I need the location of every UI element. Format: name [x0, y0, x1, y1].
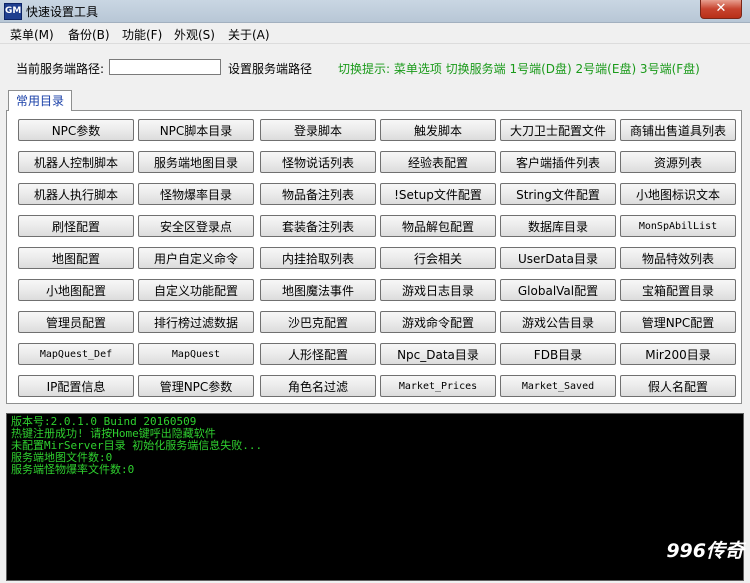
- shortcut-button[interactable]: !Setup文件配置: [380, 183, 496, 205]
- set-server-path-button[interactable]: 设置服务端路径: [228, 60, 312, 77]
- gm-app-icon: GM: [4, 3, 22, 20]
- shortcut-button[interactable]: 物品备注列表: [260, 183, 376, 205]
- server-path-input[interactable]: [109, 59, 221, 75]
- shortcut-button[interactable]: 用户自定义命令: [138, 247, 254, 269]
- shortcut-button[interactable]: 游戏命令配置: [380, 311, 496, 333]
- window-title: 快速设置工具: [26, 5, 99, 19]
- shortcut-button[interactable]: 角色名过滤: [260, 375, 376, 397]
- shortcut-button[interactable]: 沙巴克配置: [260, 311, 376, 333]
- shortcut-button[interactable]: Npc_Data目录: [380, 343, 496, 365]
- shortcut-button[interactable]: MapQuest: [138, 343, 254, 365]
- menu-item-appearance[interactable]: 外观(S): [172, 26, 217, 43]
- shortcut-button[interactable]: 小地图标识文本: [620, 183, 736, 205]
- close-button[interactable]: ✕: [700, 0, 742, 19]
- shortcut-button[interactable]: Market_Saved: [500, 375, 616, 397]
- watermark: 996传奇: [666, 540, 744, 562]
- shortcut-button[interactable]: GlobalVal配置: [500, 279, 616, 301]
- shortcut-button[interactable]: 物品解包配置: [380, 215, 496, 237]
- shortcut-button[interactable]: 客户端插件列表: [500, 151, 616, 173]
- shortcut-button[interactable]: 管理NPC配置: [620, 311, 736, 333]
- common-directories-panel: NPC参数 NPC脚本目录 登录脚本 触发脚本 大刀卫士配置文件 商铺出售道具列表机器人控…: [6, 110, 742, 404]
- main-client: 当前服务端路径: 设置服务端路径 切换提示: 菜单选项 切换服务端 1号端(D盘…: [0, 44, 750, 583]
- shortcut-button[interactable]: String文件配置: [500, 183, 616, 205]
- shortcut-button[interactable]: UserData目录: [500, 247, 616, 269]
- switch-hint: 切换提示: 菜单选项 切换服务端 1号端(D盘) 2号端(E盘) 3号端(F盘): [338, 62, 700, 76]
- shortcut-button[interactable]: 大刀卫士配置文件: [500, 119, 616, 141]
- shortcut-button[interactable]: 管理NPC参数: [138, 375, 254, 397]
- log-line: 服务端怪物爆率文件数:0: [11, 463, 135, 476]
- menu-bar: 菜单(M) 备份(B) 功能(F) 外观(S) 关于(A): [0, 23, 750, 44]
- title-bar: GM 快速设置工具 ✕: [0, 0, 750, 23]
- shortcut-button[interactable]: 排行榜过滤数据: [138, 311, 254, 333]
- tab-common-directories[interactable]: 常用目录: [8, 90, 72, 111]
- log-console: 版本号:2.0.1.0 Buind 20160509 热键注册成功! 请按Home…: [6, 413, 744, 581]
- shortcut-button[interactable]: 地图魔法事件: [260, 279, 376, 301]
- menu-item-menu[interactable]: 菜单(M): [8, 26, 56, 43]
- menu-item-backup[interactable]: 备份(B): [66, 26, 112, 43]
- shortcut-button[interactable]: 怪物爆率目录: [138, 183, 254, 205]
- shortcut-button[interactable]: 小地图配置: [18, 279, 134, 301]
- shortcut-button[interactable]: 游戏日志目录: [380, 279, 496, 301]
- shortcut-button[interactable]: 机器人控制脚本: [18, 151, 134, 173]
- shortcut-button[interactable]: 登录脚本: [260, 119, 376, 141]
- shortcut-button[interactable]: FDB目录: [500, 343, 616, 365]
- shortcut-button[interactable]: Mir200目录: [620, 343, 736, 365]
- shortcut-button[interactable]: 游戏公告目录: [500, 311, 616, 333]
- shortcut-button[interactable]: MapQuest_Def: [18, 343, 134, 365]
- server-path-label: 当前服务端路径:: [16, 62, 105, 76]
- shortcut-button[interactable]: 服务端地图目录: [138, 151, 254, 173]
- shortcut-button[interactable]: 自定义功能配置: [138, 279, 254, 301]
- shortcut-button[interactable]: 行会相关: [380, 247, 496, 269]
- shortcut-button[interactable]: NPC脚本目录: [138, 119, 254, 141]
- shortcut-button[interactable]: 资源列表: [620, 151, 736, 173]
- shortcut-button[interactable]: 物品特效列表: [620, 247, 736, 269]
- shortcut-button[interactable]: IP配置信息: [18, 375, 134, 397]
- shortcut-button[interactable]: 套装备注列表: [260, 215, 376, 237]
- menu-item-about[interactable]: 关于(A): [226, 26, 272, 43]
- shortcut-button[interactable]: 商铺出售道具列表: [620, 119, 736, 141]
- shortcut-button[interactable]: NPC参数: [18, 119, 134, 141]
- shortcut-button[interactable]: 内挂拾取列表: [260, 247, 376, 269]
- shortcut-button[interactable]: 经验表配置: [380, 151, 496, 173]
- shortcut-button[interactable]: 安全区登录点: [138, 215, 254, 237]
- shortcut-button[interactable]: 管理员配置: [18, 311, 134, 333]
- shortcut-button[interactable]: 地图配置: [18, 247, 134, 269]
- shortcut-button[interactable]: Market_Prices: [380, 375, 496, 397]
- shortcut-button[interactable]: 怪物说话列表: [260, 151, 376, 173]
- shortcut-button[interactable]: 宝箱配置目录: [620, 279, 736, 301]
- shortcut-button[interactable]: 机器人执行脚本: [18, 183, 134, 205]
- shortcut-button[interactable]: 数据库目录: [500, 215, 616, 237]
- menu-item-function[interactable]: 功能(F): [120, 26, 164, 43]
- shortcut-button[interactable]: 刷怪配置: [18, 215, 134, 237]
- shortcut-button[interactable]: 触发脚本: [380, 119, 496, 141]
- log-lines: 版本号:2.0.1.0 Buind 20160509 热键注册成功! 请按Home…: [8, 416, 262, 476]
- shortcut-button[interactable]: 假人名配置: [620, 375, 736, 397]
- shortcut-button[interactable]: 人形怪配置: [260, 343, 376, 365]
- shortcut-button[interactable]: MonSpAbilList: [620, 215, 736, 237]
